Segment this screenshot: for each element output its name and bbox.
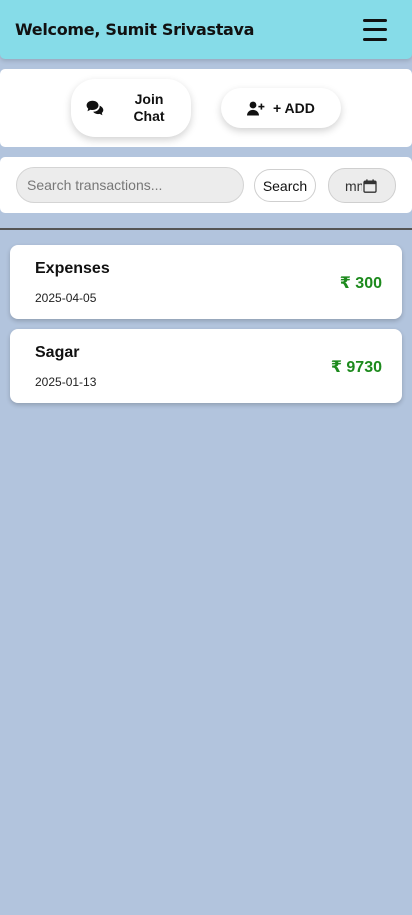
comments-icon: [86, 100, 104, 116]
join-chat-button[interactable]: Join Chat: [71, 79, 191, 137]
transaction-date: 2025-04-05: [35, 291, 97, 305]
search-panel: Search mm/dd/yyyy: [0, 157, 412, 213]
join-chat-label: Join Chat: [133, 91, 165, 124]
transaction-amount: ₹ 300: [339, 275, 382, 292]
date-filter-field[interactable]: mm/dd/yyyy: [328, 168, 396, 203]
calendar-icon[interactable]: [363, 178, 377, 193]
transaction-amount: ₹ 9730: [330, 359, 382, 376]
divider: [0, 228, 412, 230]
transaction-name: Sagar: [35, 344, 80, 361]
transaction-card[interactable]: Sagar 2025-01-13 ₹ 9730: [10, 329, 402, 403]
transaction-name: Expenses: [35, 260, 110, 277]
action-panel: Join Chat + ADD: [0, 69, 412, 147]
transaction-card[interactable]: Expenses 2025-04-05 ₹ 300: [10, 245, 402, 319]
search-input[interactable]: [16, 167, 244, 203]
add-button[interactable]: + ADD: [221, 88, 341, 128]
date-placeholder: mm/dd/yyyy: [345, 177, 362, 194]
welcome-title: Welcome, Sumit Srivastava: [15, 20, 255, 39]
transaction-date: 2025-01-13: [35, 375, 97, 389]
search-button[interactable]: Search: [254, 169, 316, 202]
app-header: Welcome, Sumit Srivastava: [0, 0, 412, 59]
user-plus-icon: [247, 101, 265, 115]
add-label: + ADD: [273, 100, 315, 116]
hamburger-icon[interactable]: [363, 18, 387, 41]
